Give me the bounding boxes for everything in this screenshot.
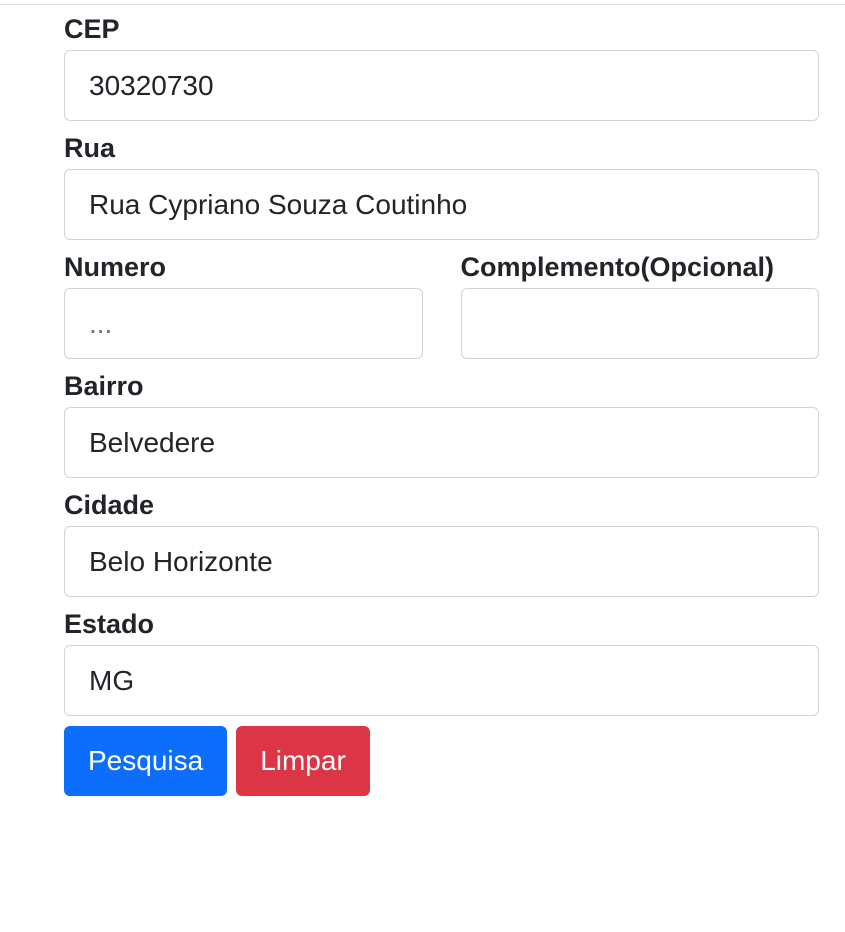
complemento-input[interactable] [460, 288, 819, 359]
bairro-label: Bairro [64, 371, 144, 401]
cidade-group: Cidade [64, 488, 819, 597]
cidade-input[interactable] [64, 526, 819, 597]
cep-input[interactable] [64, 50, 819, 121]
numero-group: Numero [64, 250, 423, 359]
bairro-group: Bairro [64, 369, 819, 478]
cidade-label: Cidade [64, 490, 155, 520]
bairro-input[interactable] [64, 407, 819, 478]
complemento-label: Complemento(Opcional) [460, 252, 775, 282]
search-button[interactable]: Pesquisa [64, 726, 228, 796]
numero-complemento-row: Numero Complemento(Opcional) [64, 250, 819, 369]
rua-input[interactable] [64, 169, 819, 240]
form-actions: Pesquisa Limpar [64, 726, 819, 796]
numero-label: Numero [64, 252, 167, 282]
estado-label: Estado [64, 609, 155, 639]
numero-input[interactable] [64, 288, 423, 359]
cep-group: CEP [64, 12, 819, 121]
rua-group: Rua [64, 131, 819, 240]
estado-group: Estado [64, 607, 819, 716]
address-form: CEP Rua Numero Complemento(Opcional) Bai… [64, 12, 819, 796]
clear-button[interactable]: Limpar [236, 726, 370, 796]
complemento-group: Complemento(Opcional) [460, 250, 819, 359]
top-divider [0, 4, 845, 5]
cep-label: CEP [64, 14, 120, 44]
estado-input[interactable] [64, 645, 819, 716]
rua-label: Rua [64, 133, 116, 163]
